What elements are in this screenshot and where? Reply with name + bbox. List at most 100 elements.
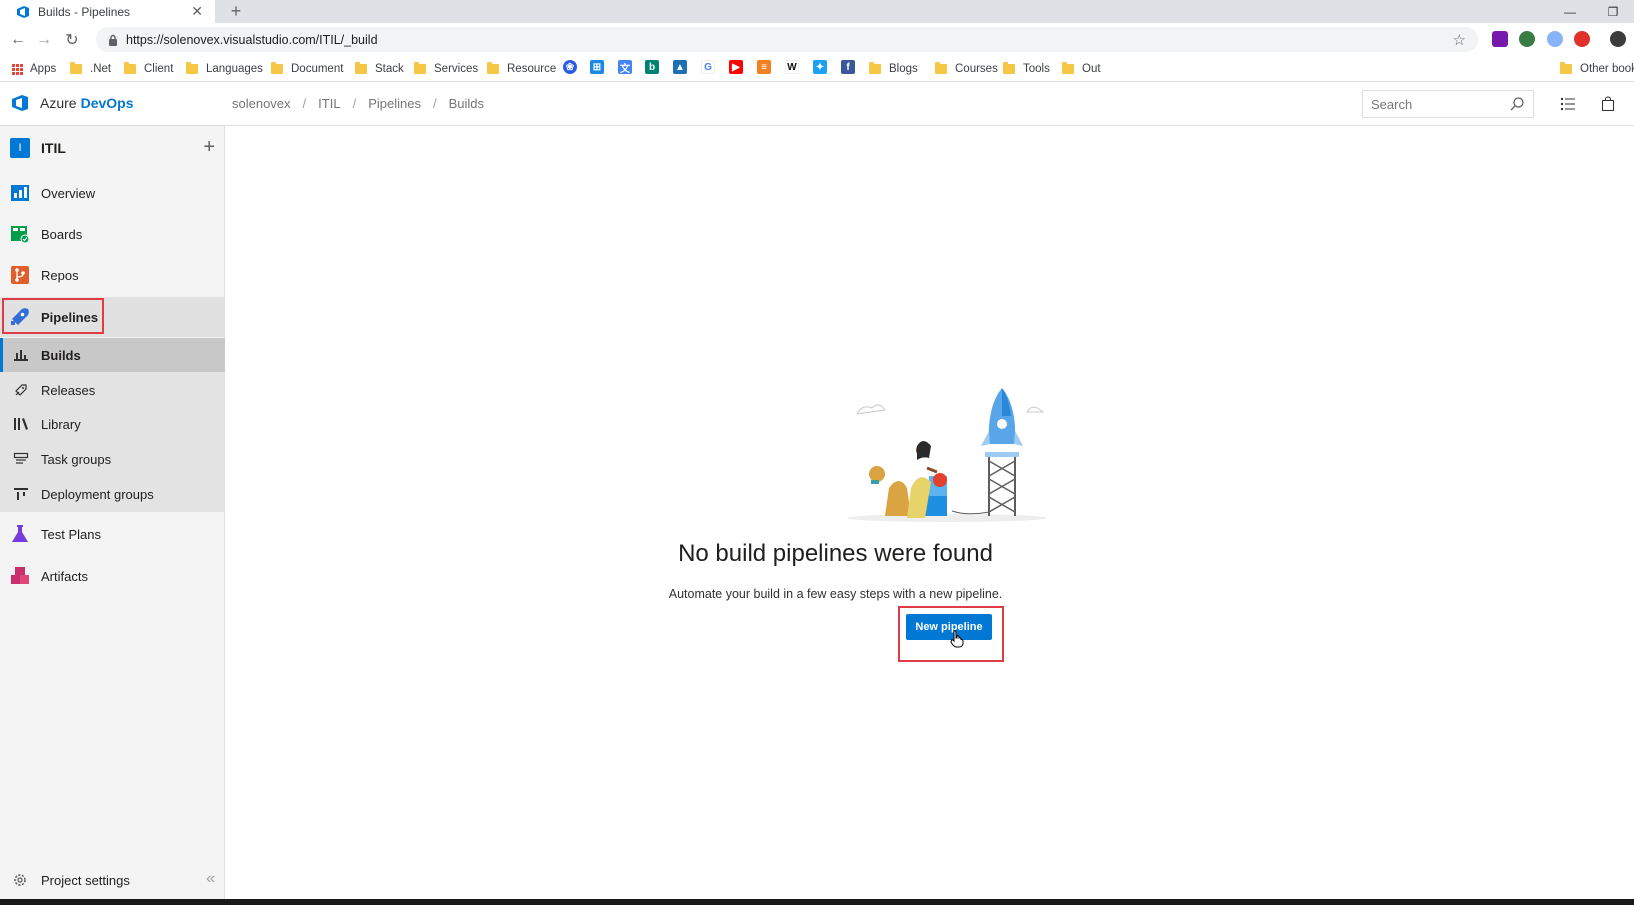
back-arrow-icon[interactable]: ← <box>8 30 28 50</box>
rocket-icon <box>13 382 29 398</box>
search-icon[interactable] <box>1509 96 1525 112</box>
main-content: No build pipelines were found Automate y… <box>226 126 1634 899</box>
sidebar-item-builds[interactable]: Builds <box>0 338 225 372</box>
bookmark-tools[interactable]: Tools <box>1003 61 1050 77</box>
lock-icon <box>108 34 118 46</box>
folder-icon <box>1003 62 1015 74</box>
bing-icon[interactable]: b <box>645 60 659 74</box>
minimize-icon[interactable]: — <box>1555 0 1585 23</box>
new-pipeline-button[interactable]: New pipeline <box>906 614 992 640</box>
browser-tab[interactable]: Builds - Pipelines ✕ <box>0 0 215 23</box>
empty-state-title: No build pipelines were found <box>678 540 993 567</box>
task-groups-icon <box>13 451 29 467</box>
bookmark-resource[interactable]: Resource <box>487 61 556 77</box>
add-icon[interactable]: + <box>203 136 215 158</box>
browser-toolbar: ← → ↻ https://solenovex.visualstudio.com… <box>0 23 1634 56</box>
ie-extension-icon[interactable] <box>1547 31 1563 47</box>
search-placeholder: Search <box>1371 96 1413 112</box>
restore-icon[interactable]: ❐ <box>1598 0 1628 23</box>
list-icon[interactable] <box>1560 96 1576 112</box>
translate-icon[interactable]: 文 <box>618 60 632 75</box>
gear-icon <box>10 872 30 888</box>
azure-devops-home-link[interactable]: Azure DevOps <box>10 93 134 113</box>
ado-header: Azure DevOps solenovex / ITIL / Pipeline… <box>0 82 1634 126</box>
pipelines-highlight-frame <box>2 298 104 334</box>
folder-icon <box>487 62 499 74</box>
bookmark-out[interactable]: Out <box>1062 61 1101 77</box>
project-name: ITIL <box>41 140 66 156</box>
project-settings-link[interactable]: Project settings « <box>10 868 215 892</box>
address-url: https://solenovex.visualstudio.com/ITIL/… <box>126 32 378 47</box>
overview-icon <box>10 183 30 203</box>
new-tab-button[interactable]: + <box>226 0 246 23</box>
bookmark-courses[interactable]: Courses <box>935 61 998 77</box>
bookmark-document[interactable]: Document <box>271 61 343 77</box>
builds-icon <box>13 347 29 363</box>
bookmark-languages[interactable]: Languages <box>186 61 263 77</box>
left-sidebar: I ITIL + Overview Boards Repos Pipelines <box>0 126 225 905</box>
sidebar-item-repos[interactable]: Repos <box>0 255 225 295</box>
folder-icon <box>414 62 426 74</box>
azure-devops-favicon-icon <box>16 5 30 19</box>
bookmark-blogs[interactable]: Blogs <box>869 61 918 77</box>
artifacts-icon <box>10 566 30 586</box>
sidebar-item-test-plans[interactable]: Test Plans <box>0 514 225 554</box>
folder-icon <box>1560 62 1572 74</box>
sidebar-item-task-groups[interactable]: Task groups <box>0 442 225 476</box>
reload-icon[interactable]: ↻ <box>62 30 82 50</box>
collapse-sidebar-icon[interactable]: « <box>206 870 215 888</box>
breadcrumb-builds[interactable]: Builds <box>449 96 484 111</box>
breadcrumb-org[interactable]: solenovex <box>232 96 291 111</box>
project-selector[interactable]: I ITIL + <box>10 136 215 160</box>
globe-extension-icon[interactable] <box>1519 31 1535 47</box>
wikipedia-icon[interactable]: W <box>785 60 799 74</box>
bookmark-stack[interactable]: Stack <box>355 61 404 77</box>
azure-triangle-icon[interactable]: ▲ <box>673 60 687 74</box>
sidebar-item-library[interactable]: Library <box>0 407 225 441</box>
test-plans-icon <box>10 524 30 544</box>
bookmark-tile-icon[interactable]: ⊞ <box>590 60 604 74</box>
bookmark-star-icon[interactable]: ☆ <box>1453 31 1466 49</box>
os-taskbar <box>0 899 1634 905</box>
sidebar-item-artifacts[interactable]: Artifacts <box>0 556 225 596</box>
twitter-icon[interactable]: ✦ <box>813 60 827 74</box>
search-input[interactable]: Search <box>1362 90 1534 118</box>
bookmark-client[interactable]: Client <box>124 61 173 77</box>
azure-devops-logo-icon <box>10 93 30 113</box>
google-icon[interactable]: G <box>701 60 715 74</box>
bookmark-net[interactable]: .Net <box>70 61 111 77</box>
onenote-extension-icon[interactable] <box>1492 31 1508 47</box>
stackoverflow-icon[interactable]: ≡ <box>757 60 771 74</box>
sidebar-item-deployment-groups[interactable]: Deployment groups <box>0 477 225 511</box>
apps-grid-icon <box>12 63 23 75</box>
breadcrumb-separator: / <box>432 96 437 111</box>
forward-arrow-icon[interactable]: → <box>34 30 54 50</box>
bookmark-other[interactable]: Other book <box>1560 61 1634 77</box>
shopping-bag-icon[interactable] <box>1600 96 1616 112</box>
pipelines-submenu: Builds Releases Library Task groups Depl… <box>0 338 225 512</box>
sidebar-item-releases[interactable]: Releases <box>0 373 225 407</box>
bookmark-apps[interactable]: Apps <box>12 61 56 77</box>
folder-icon <box>70 62 82 74</box>
deployment-groups-icon <box>13 486 29 502</box>
hand-cursor-icon <box>950 630 964 653</box>
folder-icon <box>935 62 947 74</box>
sidebar-item-boards[interactable]: Boards <box>0 214 225 254</box>
opera-extension-icon[interactable] <box>1574 31 1590 47</box>
profile-avatar[interactable] <box>1610 31 1626 47</box>
address-bar[interactable]: https://solenovex.visualstudio.com/ITIL/… <box>96 27 1478 52</box>
breadcrumb-separator: / <box>302 96 307 111</box>
browser-tab-strip: Builds - Pipelines ✕ + — ❐ <box>0 0 1634 23</box>
library-icon <box>13 416 29 432</box>
tab-close-icon[interactable]: ✕ <box>191 3 203 20</box>
brand-suffix: DevOps <box>80 95 134 111</box>
breadcrumb-pipelines[interactable]: Pipelines <box>368 96 421 111</box>
facebook-icon[interactable]: f <box>841 60 855 74</box>
breadcrumb-project[interactable]: ITIL <box>318 96 340 111</box>
baidu-paw-icon[interactable]: ❀ <box>563 60 577 74</box>
sidebar-item-overview[interactable]: Overview <box>0 173 225 213</box>
bookmark-services[interactable]: Services <box>414 61 478 77</box>
folder-icon <box>869 62 881 74</box>
empty-state-subtitle: Automate your build in a few easy steps … <box>668 587 1003 601</box>
youtube-icon[interactable]: ▶ <box>729 60 743 74</box>
